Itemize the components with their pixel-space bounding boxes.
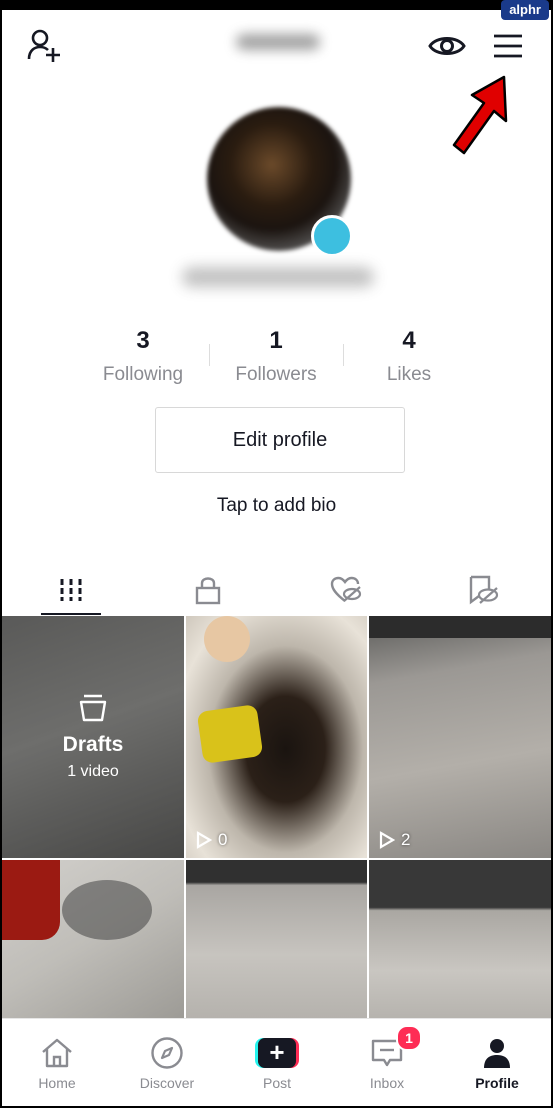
video-tile[interactable]: 2 xyxy=(369,616,551,858)
lock-icon xyxy=(195,577,221,605)
inbox-badge: 1 xyxy=(396,1025,422,1051)
red-arrow-annotation xyxy=(452,75,508,155)
nav-profile[interactable]: Profile xyxy=(442,1019,551,1106)
yellow-sweater xyxy=(196,704,264,764)
drafts-icon xyxy=(79,694,107,722)
add-bio-link[interactable]: Tap to add bio xyxy=(2,495,551,517)
active-tab-indicator xyxy=(41,613,101,615)
tab-favorites[interactable] xyxy=(428,566,538,614)
play-icon xyxy=(196,831,212,849)
shadow xyxy=(62,880,152,940)
edit-profile-button[interactable]: Edit profile xyxy=(155,407,405,473)
post-button: + xyxy=(255,1038,299,1068)
username-blurred[interactable] xyxy=(236,34,320,50)
view-count-value: 0 xyxy=(218,830,228,849)
bottom-nav: Home Discover + Post 1 Inbox Profile xyxy=(2,1018,551,1106)
followers-label: Followers xyxy=(235,364,317,385)
tab-liked[interactable] xyxy=(291,566,401,614)
compass-icon xyxy=(151,1037,183,1069)
video-tile[interactable] xyxy=(186,860,367,1018)
grid-icon xyxy=(60,579,82,601)
video-tile[interactable] xyxy=(2,860,184,1018)
nav-inbox[interactable]: 1 Inbox xyxy=(332,1019,442,1106)
stat-likes[interactable]: 4 Likes xyxy=(344,326,474,390)
view-count: 0 xyxy=(196,830,227,850)
plus-icon: + xyxy=(258,1038,296,1068)
play-icon xyxy=(379,831,395,849)
nav-discover[interactable]: Discover xyxy=(112,1019,222,1106)
menu-icon[interactable] xyxy=(490,28,526,64)
dog-sticker xyxy=(204,616,250,662)
red-object xyxy=(2,860,60,940)
drafts-title: Drafts xyxy=(62,733,124,756)
following-label: Following xyxy=(102,364,184,385)
tab-private[interactable] xyxy=(153,566,263,614)
nav-home-label: Home xyxy=(38,1075,76,1091)
view-count-value: 2 xyxy=(401,830,411,849)
hidden-liked-icon xyxy=(330,576,362,602)
following-count: 3 xyxy=(136,327,150,354)
nav-home[interactable]: Home xyxy=(2,1019,112,1106)
tab-videos[interactable] xyxy=(16,566,126,614)
nav-discover-label: Discover xyxy=(139,1075,195,1091)
likes-count: 4 xyxy=(402,327,416,354)
add-friend-icon[interactable] xyxy=(24,26,64,66)
stat-followers[interactable]: 1 Followers xyxy=(211,326,341,390)
profile-screen: 3 Following 1 Followers 4 Likes Edit pro… xyxy=(2,10,551,1106)
user-handle-blurred xyxy=(182,267,374,287)
stat-divider xyxy=(209,344,210,366)
view-count: 2 xyxy=(379,830,410,850)
drafts-count: 1 video xyxy=(67,763,119,780)
nav-inbox-label: Inbox xyxy=(369,1075,405,1091)
video-tile[interactable] xyxy=(369,860,551,1018)
followers-count: 1 xyxy=(269,327,283,354)
top-bar xyxy=(2,10,551,80)
drafts-tile[interactable]: Drafts 1 video xyxy=(2,616,184,858)
nav-post[interactable]: + Post xyxy=(222,1019,332,1106)
hidden-favorites-icon xyxy=(469,575,499,605)
nav-post-label: Post xyxy=(262,1075,291,1091)
nav-profile-label: Profile xyxy=(475,1075,519,1091)
alphr-watermark: alphr xyxy=(501,0,549,20)
drafts-overlay: Drafts 1 video xyxy=(2,616,184,858)
likes-label: Likes xyxy=(386,364,432,385)
person-icon xyxy=(484,1039,510,1068)
video-tile[interactable]: 0 xyxy=(186,616,367,858)
eye-icon[interactable] xyxy=(426,30,468,62)
home-icon xyxy=(42,1038,72,1068)
keyboard-strip xyxy=(369,616,551,638)
stat-following[interactable]: 3 Following xyxy=(78,326,208,390)
add-photo-badge[interactable] xyxy=(311,215,353,257)
